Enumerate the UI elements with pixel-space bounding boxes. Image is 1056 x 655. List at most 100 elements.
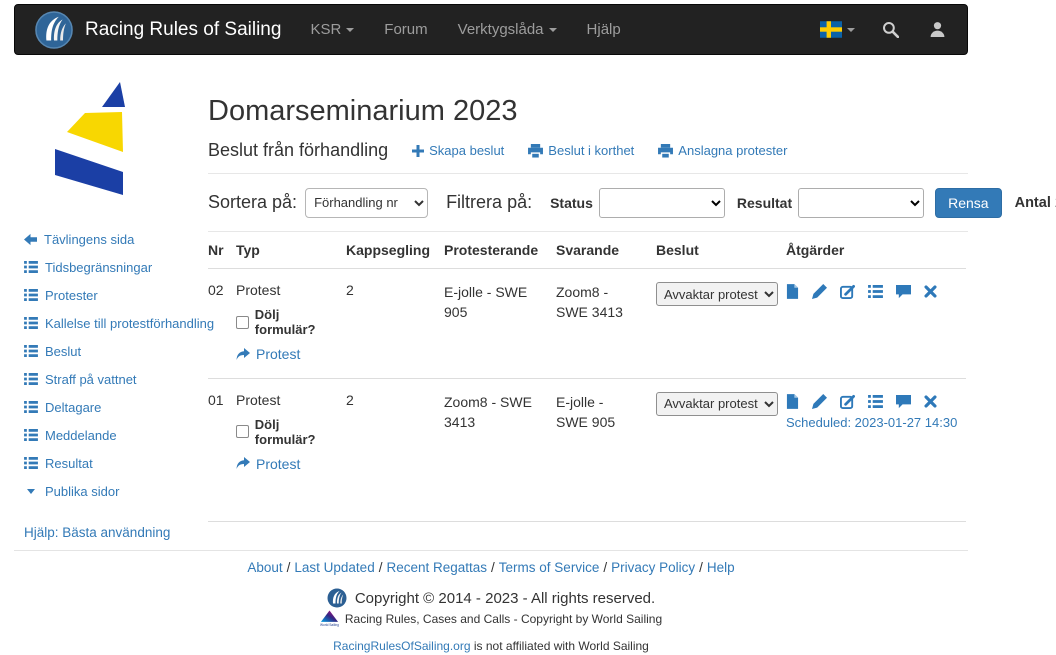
footer-link-help[interactable]: Help bbox=[707, 560, 735, 575]
print-decisions-link[interactable]: Beslut i korthet bbox=[528, 143, 634, 158]
caret-down-icon bbox=[847, 28, 855, 32]
user-icon bbox=[929, 21, 946, 38]
view-file-button[interactable] bbox=[786, 394, 799, 409]
cell-atgarder: Scheduled: 2023-01-27 14:30 bbox=[786, 378, 966, 522]
copyright-line: Copyright © 2014 - 2023 - All rights res… bbox=[14, 588, 968, 608]
cell-atgarder bbox=[786, 269, 966, 379]
status-label: Status bbox=[550, 195, 593, 211]
list-icon bbox=[24, 317, 38, 329]
help-best-practice-link[interactable]: Hjälp: Bästa användning bbox=[24, 525, 170, 540]
view-file-button[interactable] bbox=[786, 284, 799, 299]
scheduled-link[interactable]: Scheduled: 2023-01-27 14:30 bbox=[786, 415, 957, 430]
col-protesterande: Protesterande bbox=[444, 232, 556, 269]
hide-form-checkbox[interactable] bbox=[236, 425, 249, 438]
sort-label: Sortera på: bbox=[208, 192, 297, 213]
remove-icon bbox=[924, 285, 937, 298]
hide-form-option: Dölj formulär? bbox=[236, 417, 342, 447]
clear-filters-button[interactable]: Rensa bbox=[935, 188, 1001, 218]
decision-select[interactable]: Avvaktar protest bbox=[656, 282, 778, 306]
footer-link-last-updated[interactable]: Last Updated bbox=[294, 560, 374, 575]
pencil-icon bbox=[812, 394, 827, 409]
sidebar-item-protester[interactable]: Protester bbox=[24, 281, 208, 309]
create-decision-link[interactable]: Skapa beslut bbox=[412, 143, 504, 158]
section-subtitle: Beslut från förhandling bbox=[208, 140, 388, 161]
main-nav: KSR Forum Verktygslåda Hjälp bbox=[295, 21, 635, 38]
nav-item-forum[interactable]: Forum bbox=[369, 21, 442, 38]
file-icon bbox=[786, 394, 799, 409]
navbar-right bbox=[808, 21, 961, 38]
col-typ: Typ bbox=[236, 232, 346, 269]
list-icon bbox=[24, 261, 38, 273]
comment-button[interactable] bbox=[896, 394, 911, 409]
edit-button[interactable] bbox=[812, 284, 827, 299]
arrow-left-icon bbox=[24, 233, 37, 246]
comment-button[interactable] bbox=[896, 284, 911, 299]
row-count: Antal 2 bbox=[1015, 195, 1056, 211]
sidebar-item-tidsbegransningar[interactable]: Tidsbegränsningar bbox=[24, 253, 208, 281]
comment-icon bbox=[896, 394, 911, 409]
protest-form-link[interactable]: Protest bbox=[236, 346, 300, 362]
cell-nr: 01 bbox=[208, 378, 236, 522]
sort-select[interactable]: Förhandling nr bbox=[305, 188, 428, 218]
delete-button[interactable] bbox=[924, 285, 937, 298]
details-button[interactable] bbox=[868, 395, 883, 408]
cell-protesterande: Zoom8 - SWE 3413 bbox=[444, 378, 556, 522]
print-icon bbox=[528, 144, 543, 158]
caret-down-icon bbox=[27, 489, 35, 494]
col-kappsegling: Kappsegling bbox=[346, 232, 444, 269]
caret-down-icon bbox=[346, 28, 354, 32]
footer-links: About/Last Updated/Recent Regattas/Terms… bbox=[14, 560, 968, 575]
hide-form-checkbox[interactable] bbox=[236, 316, 249, 329]
edit-icon bbox=[840, 394, 855, 409]
footer-link-recent-regattas[interactable]: Recent Regattas bbox=[386, 560, 487, 575]
caret-down-icon bbox=[549, 28, 557, 32]
list-icon bbox=[24, 401, 38, 413]
language-selector[interactable] bbox=[808, 21, 867, 38]
sidebar-item-deltagare[interactable]: Deltagare bbox=[24, 393, 208, 421]
table-row: 01 Protest Dölj formulär? Protest bbox=[208, 378, 966, 522]
details-button[interactable] bbox=[868, 285, 883, 298]
event-sail-logo bbox=[55, 75, 125, 203]
edit-button[interactable] bbox=[812, 394, 827, 409]
world-sailing-logo: World Sailing bbox=[320, 610, 339, 628]
sidebar-item-tavlingens-sida[interactable]: Tävlingens sida bbox=[24, 225, 208, 253]
footer-link-terms[interactable]: Terms of Service bbox=[499, 560, 600, 575]
print-posted-protests-link[interactable]: Anslagna protester bbox=[658, 143, 787, 158]
print-icon bbox=[658, 144, 673, 158]
file-icon bbox=[786, 284, 799, 299]
brand-title[interactable]: Racing Rules of Sailing bbox=[85, 19, 281, 41]
page: Racing Rules of Sailing KSR Forum Verkty… bbox=[14, 4, 968, 653]
sidebar-item-resultat[interactable]: Resultat bbox=[24, 449, 208, 477]
result-filter-select[interactable] bbox=[798, 188, 924, 218]
delete-button[interactable] bbox=[924, 395, 937, 408]
filter-label: Filtrera på: bbox=[446, 192, 532, 213]
col-atgarder: Åtgärder bbox=[786, 232, 966, 269]
footer-link-privacy[interactable]: Privacy Policy bbox=[611, 560, 695, 575]
edit-decision-button[interactable] bbox=[840, 394, 855, 409]
list-icon bbox=[24, 289, 38, 301]
col-svarande: Svarande bbox=[556, 232, 656, 269]
status-filter-select[interactable] bbox=[599, 188, 725, 218]
cell-typ: Protest Dölj formulär? Protest bbox=[236, 269, 346, 379]
sidebar-item-straff[interactable]: Straff på vattnet bbox=[24, 365, 208, 393]
search-button[interactable] bbox=[867, 21, 914, 38]
sidebar-item-kallelse[interactable]: Kallelse till protestförhandling bbox=[24, 309, 208, 337]
nav-item-ksr[interactable]: KSR bbox=[295, 21, 369, 38]
nav-item-hjalp[interactable]: Hjälp bbox=[572, 21, 636, 38]
remove-icon bbox=[924, 395, 937, 408]
swedish-flag-icon bbox=[820, 21, 842, 38]
user-button[interactable] bbox=[914, 21, 961, 38]
sidebar-menu: Tävlingens sida Tidsbegränsningar Protes… bbox=[14, 225, 208, 505]
sidebar-item-publika-sidor[interactable]: Publika sidor bbox=[24, 477, 208, 505]
rrs-logo-icon[interactable] bbox=[35, 11, 73, 49]
nav-item-verktygslada[interactable]: Verktygslåda bbox=[443, 21, 572, 38]
decision-select[interactable]: Avvaktar protest bbox=[656, 392, 778, 416]
edit-decision-button[interactable] bbox=[840, 284, 855, 299]
protest-form-link[interactable]: Protest bbox=[236, 456, 300, 472]
sidebar-item-meddelande[interactable]: Meddelande bbox=[24, 421, 208, 449]
comment-icon bbox=[896, 284, 911, 299]
footer-link-about[interactable]: About bbox=[247, 560, 282, 575]
share-arrow-icon bbox=[236, 457, 250, 470]
result-label: Resultat bbox=[737, 195, 792, 211]
sidebar-item-beslut[interactable]: Beslut bbox=[24, 337, 208, 365]
